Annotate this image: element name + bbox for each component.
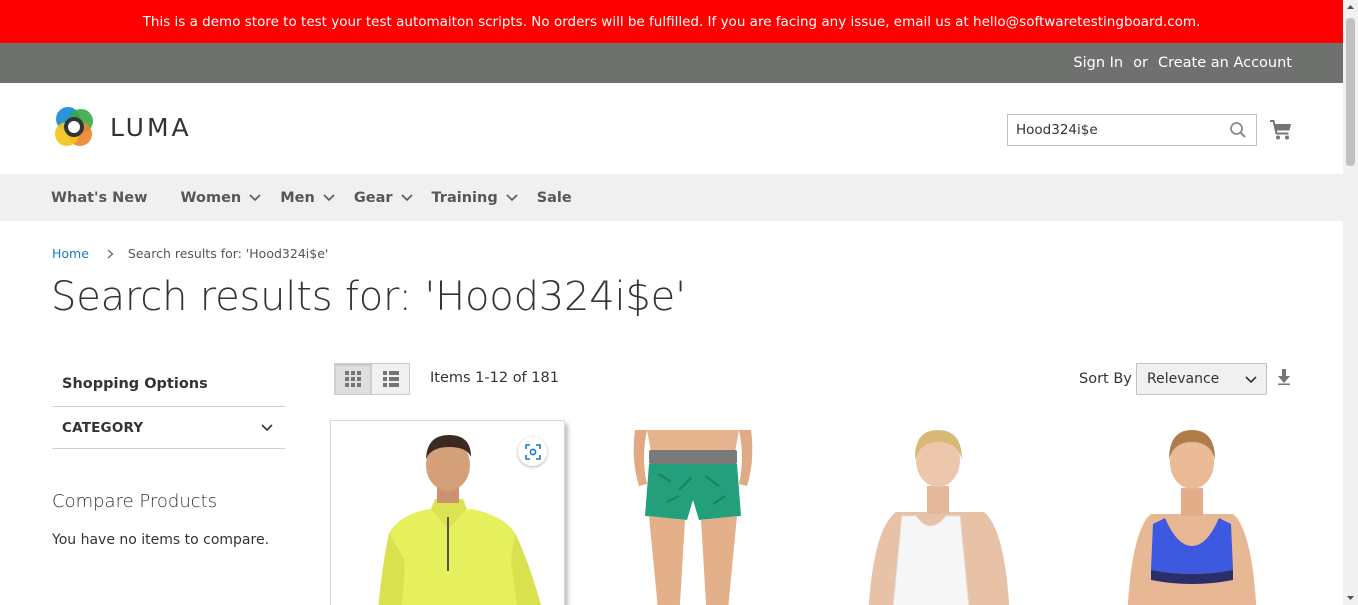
sign-in-link[interactable]: Sign In xyxy=(1073,55,1123,71)
search-icon[interactable] xyxy=(1229,121,1247,139)
quick-view-button[interactable] xyxy=(518,437,547,466)
compare-products-title: Compare Products xyxy=(52,491,218,512)
chevron-down-icon xyxy=(506,193,518,201)
cart-icon[interactable] xyxy=(1269,118,1293,142)
sort-direction-arrow-icon[interactable] xyxy=(1277,369,1291,385)
product-item[interactable] xyxy=(820,420,1055,605)
nav-label: What's New xyxy=(51,189,148,206)
store-logo[interactable]: LUMA xyxy=(52,105,192,149)
nav-label: Sale xyxy=(536,189,572,206)
demo-store-banner: This is a demo store to test your test a… xyxy=(0,0,1343,43)
main-navigation: What's New Women Men Gear Training Sale xyxy=(0,174,1343,221)
list-icon xyxy=(382,371,399,387)
sort-selected-value: Relevance xyxy=(1147,371,1220,387)
sort-by-label: Sort By xyxy=(1079,371,1132,387)
grid-view-button[interactable] xyxy=(334,363,372,395)
nav-label: Women xyxy=(180,189,242,206)
view-mode-switcher xyxy=(334,363,410,395)
scroll-up-arrow-icon[interactable] xyxy=(1343,0,1358,15)
create-account-link[interactable]: Create an Account xyxy=(1158,55,1292,71)
product-image[interactable] xyxy=(820,420,1055,605)
nav-label: Men xyxy=(280,189,315,206)
compare-empty-message: You have no items to compare. xyxy=(52,532,270,548)
chevron-down-icon xyxy=(323,193,335,201)
nav-item-women[interactable]: Women xyxy=(181,190,262,206)
items-count: Items 1-12 of 181 xyxy=(430,370,559,386)
product-item[interactable] xyxy=(330,420,565,605)
product-image[interactable] xyxy=(575,420,810,605)
site-header: LUMA xyxy=(0,83,1343,174)
filter-category[interactable]: Category xyxy=(52,407,285,449)
list-view-button[interactable] xyxy=(372,363,410,395)
breadcrumb-home-link[interactable]: Home xyxy=(52,246,89,261)
luma-logo-icon xyxy=(55,107,93,146)
breadcrumb: Home Search results for: 'Hood324i$e' xyxy=(52,246,328,261)
grid-icon xyxy=(345,371,361,387)
nav-item-gear[interactable]: Gear xyxy=(354,190,413,206)
sidebar: Shopping Options Category Compare Produc… xyxy=(52,362,285,548)
chevron-down-icon xyxy=(400,193,413,201)
search-box xyxy=(1007,114,1257,146)
nav-label: Training xyxy=(431,189,498,206)
chevron-down-icon xyxy=(261,423,273,431)
header-links: Sign In or Create an Account xyxy=(0,43,1343,83)
chevron-down-icon xyxy=(249,193,261,201)
nav-item-sale[interactable]: Sale xyxy=(537,190,572,206)
chevron-right-icon xyxy=(107,248,114,259)
breadcrumb-current: Search results for: 'Hood324i$e' xyxy=(127,246,329,261)
page-title: Search results for: 'Hood324i$e' xyxy=(51,274,686,320)
nav-item-men[interactable]: Men xyxy=(280,190,335,206)
logo-text: LUMA xyxy=(110,112,192,142)
product-grid xyxy=(330,420,1300,605)
product-item[interactable] xyxy=(575,420,810,605)
quick-view-scan-icon xyxy=(524,443,541,460)
products-toolbar: Items 1-12 of 181 Sort By Relevance xyxy=(334,363,1294,395)
sort-by-select[interactable]: Relevance xyxy=(1136,363,1267,395)
product-item[interactable] xyxy=(1065,420,1300,605)
scroll-down-arrow-icon[interactable] xyxy=(1343,590,1358,605)
banner-text: This is a demo store to test your test a… xyxy=(142,13,1201,30)
nav-item-whats-new[interactable]: What's New xyxy=(51,190,148,206)
shopping-options-heading: Shopping Options xyxy=(52,362,285,407)
scrollbar-thumb[interactable] xyxy=(1346,18,1355,166)
chevron-down-icon xyxy=(1245,376,1257,384)
product-image[interactable] xyxy=(1065,420,1300,605)
page-scrollbar[interactable] xyxy=(1343,0,1358,605)
filter-category-label: Category xyxy=(62,419,144,436)
or-separator: or xyxy=(1133,55,1148,71)
nav-item-training[interactable]: Training xyxy=(432,190,518,206)
search-input[interactable] xyxy=(1008,116,1218,144)
nav-label: Gear xyxy=(353,189,393,206)
